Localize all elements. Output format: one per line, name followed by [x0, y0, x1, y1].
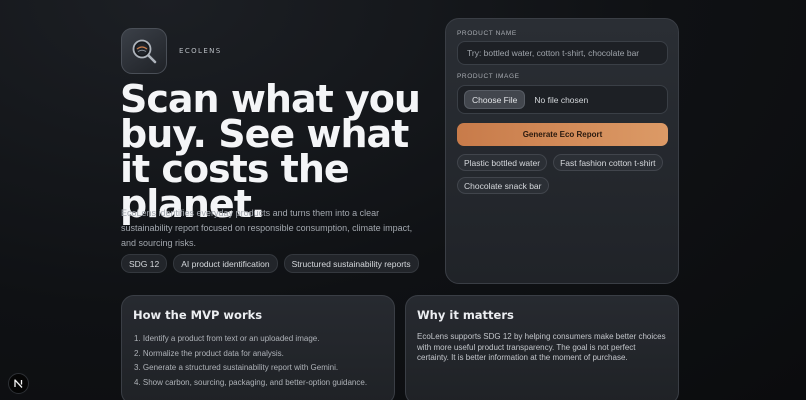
product-image-field[interactable]: Choose File No file chosen [457, 85, 668, 114]
chip-structured-reports: Structured sustainability reports [283, 254, 419, 273]
mvp-step: 4. Show carbon, sourcing, packaging, and… [134, 377, 368, 387]
mvp-steps: 1. Identify a product from text or an up… [134, 332, 367, 390]
choose-file-button[interactable]: Choose File [464, 90, 526, 109]
feature-chips: SDG 12 AI product identification Structu… [121, 254, 419, 273]
mvp-step: 2. Normalize the product data for analys… [134, 348, 284, 358]
chip-ai-identification: AI product identification [173, 254, 278, 273]
why-body: EcoLens supports SDG 12 by helping consu… [417, 332, 666, 362]
mvp-title: How the MVP works [133, 308, 263, 322]
product-name-label: PRODUCT NAME [457, 30, 517, 37]
mvp-card: How the MVP works 1. Identify a product … [121, 295, 395, 400]
file-status: No file chosen [534, 94, 589, 105]
sample-products: Plastic bottled water Fast fashion cotto… [457, 154, 672, 194]
mvp-step: 1. Identify a product from text or an up… [134, 334, 320, 343]
brand: ECOLENS [121, 28, 222, 74]
nextjs-dev-icon[interactable] [8, 373, 29, 394]
sample-bottled-water[interactable]: Plastic bottled water [457, 154, 548, 171]
sample-cotton-tshirt[interactable]: Fast fashion cotton t-shirt [553, 154, 663, 171]
hero-headline: Scan what you buy. See what it costs the… [120, 77, 421, 226]
mvp-step: 3. Generate a structured sustainability … [134, 363, 339, 372]
why-title: Why it matters [417, 308, 514, 322]
why-card: Why it matters EcoLens supports SDG 12 b… [405, 295, 679, 400]
brand-name: ECOLENS [179, 47, 222, 55]
chip-sdg: SDG 12 [121, 254, 168, 273]
hero-intro: EcoLens identifies everyday products and… [121, 208, 413, 248]
product-form-card: PRODUCT NAME PRODUCT IMAGE Choose File N… [445, 18, 679, 284]
product-image-label: PRODUCT IMAGE [457, 73, 520, 80]
product-name-input[interactable] [457, 41, 668, 65]
generate-report-button[interactable]: Generate Eco Report [457, 123, 668, 146]
sample-chocolate-bar[interactable]: Chocolate snack bar [457, 177, 549, 194]
magnifier-globe-icon [121, 28, 167, 74]
